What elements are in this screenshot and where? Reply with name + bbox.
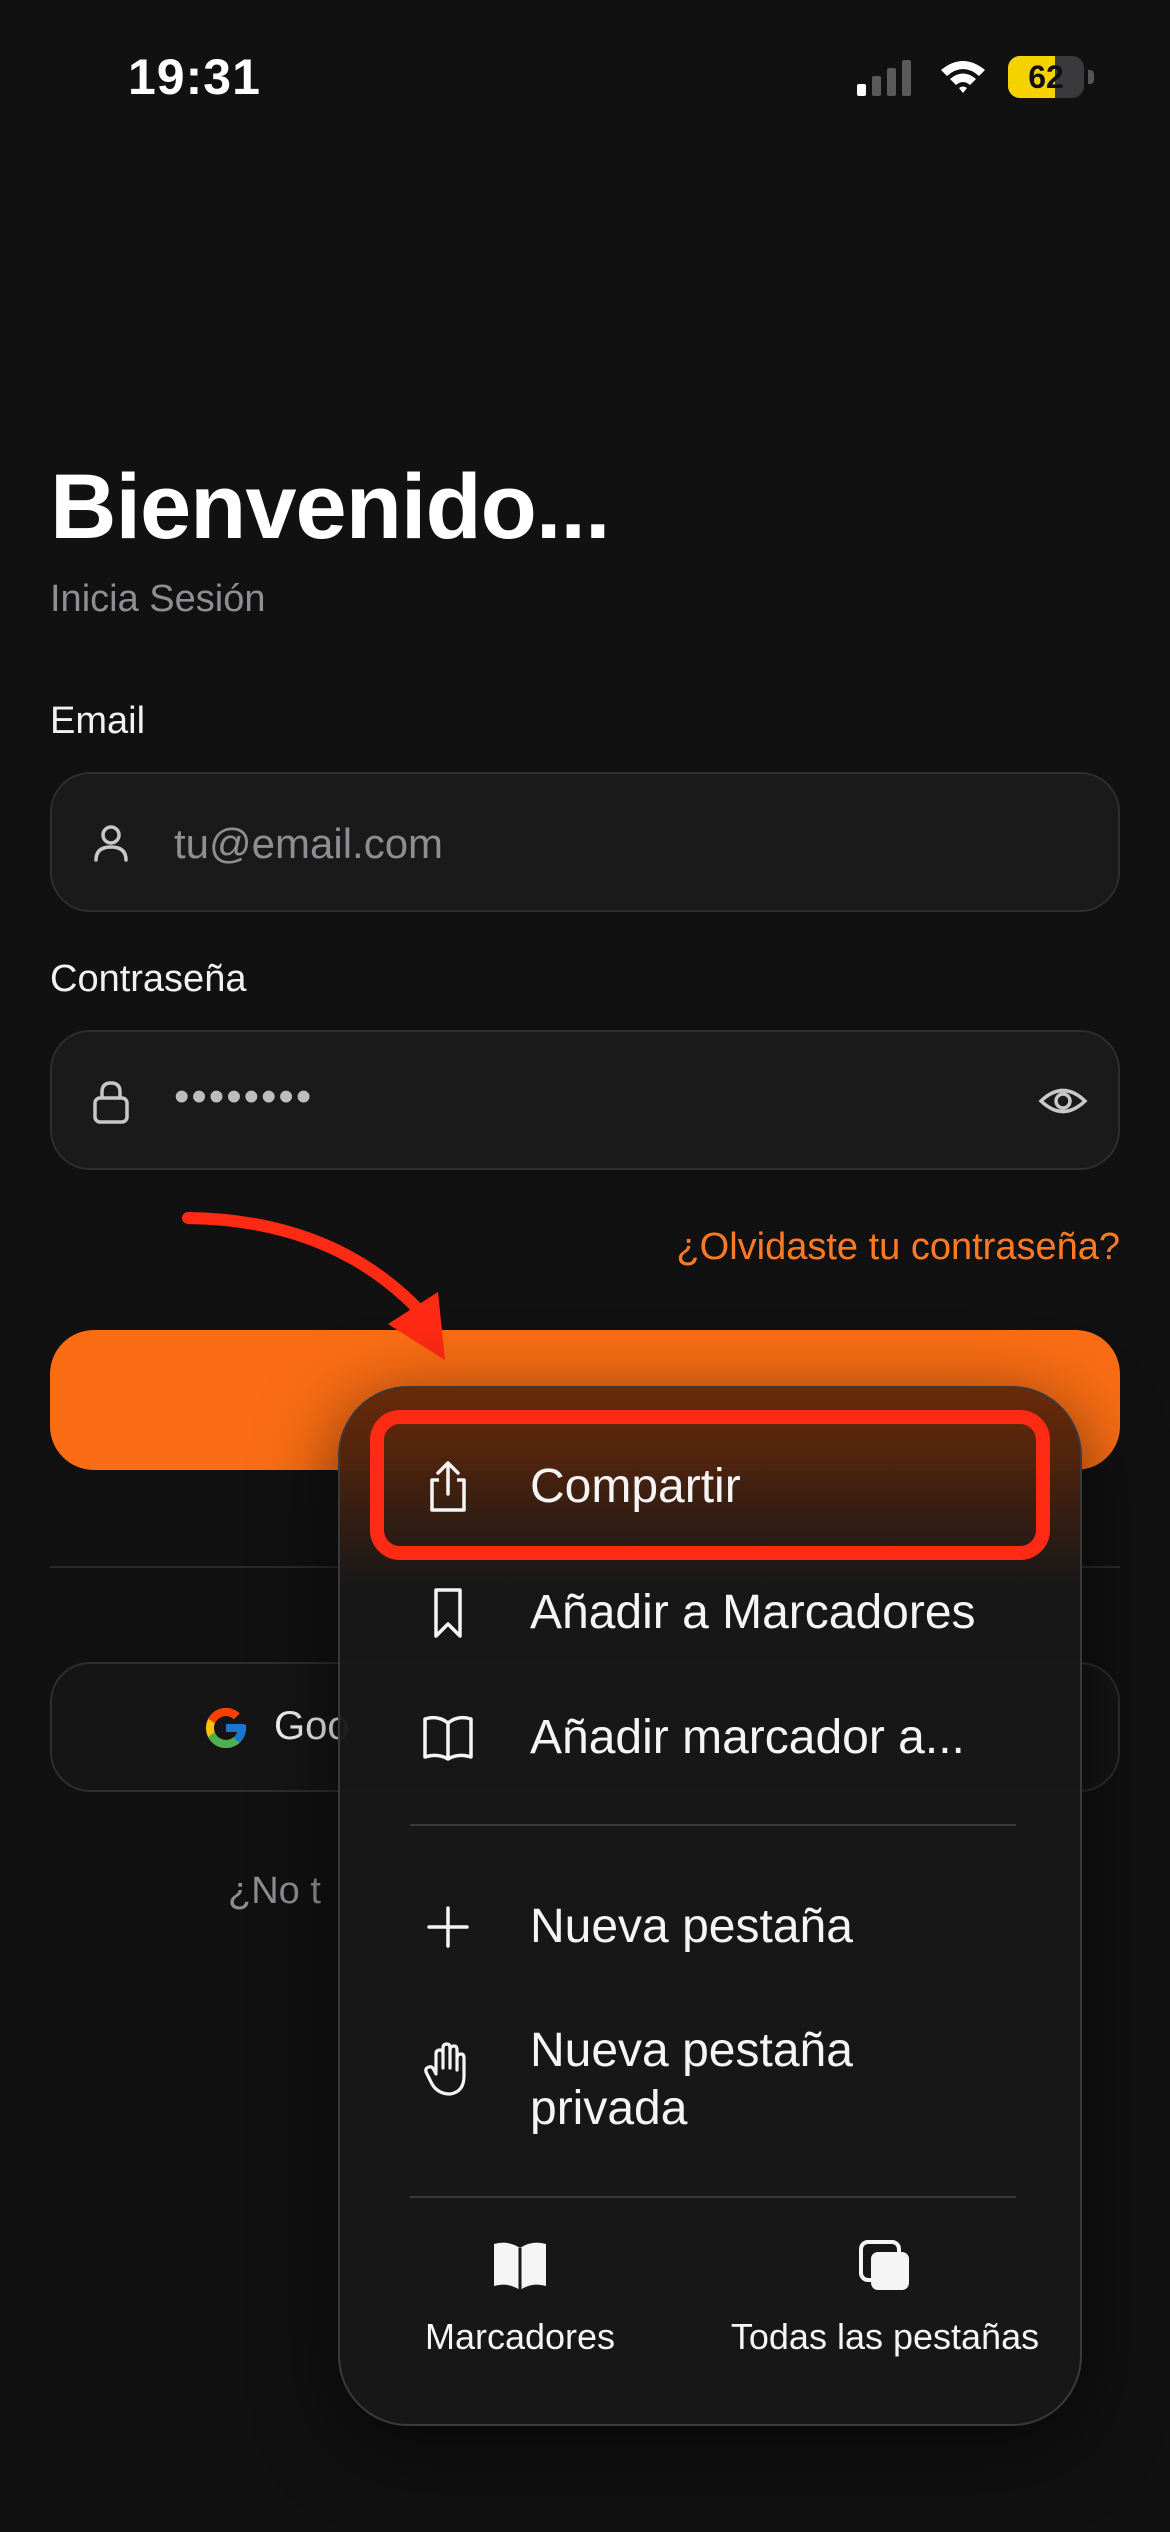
bookmarks-label: Marcadores (424, 2316, 616, 2357)
google-icon (206, 1708, 246, 1748)
tabs-icon (859, 2240, 909, 2290)
menu-item-new-private-tab[interactable]: Nueva pestaña privada (340, 1994, 1080, 2135)
menu-item-label: Añadir marcador a... (530, 1711, 965, 1764)
cellular-signal-icon (857, 60, 911, 96)
menu-item-new-tab[interactable]: Nueva pestaña (340, 1870, 1080, 1980)
context-menu: Compartir Añadir a Marcadores Añadir mar… (338, 1386, 1082, 2426)
highlight-box (370, 1410, 1050, 1560)
menu-item-label: Añadir a Marcadores (530, 1586, 976, 1639)
all-tabs-label: Todas las pestañas (730, 2316, 1040, 2357)
lock-icon (93, 1081, 129, 1124)
page-title: Bienvenido... (50, 456, 611, 558)
menu-item-add-bookmark[interactable]: Añadir a Marcadores (340, 1556, 1080, 1666)
book-open-icon (423, 1715, 473, 1761)
status-time: 19:31 (128, 49, 261, 105)
password-field[interactable]: •••••••• (50, 1030, 1120, 1170)
menu-item-add-bookmark-to[interactable]: Añadir marcador a... (340, 1681, 1080, 1791)
forgot-password-link[interactable]: ¿Olvidaste tu contraseña? (676, 1226, 1120, 1269)
annotation-arrow (182, 1212, 445, 1360)
email-field[interactable]: tu@email.com (50, 772, 1120, 912)
hand-icon (424, 2042, 466, 2096)
menu-separator (410, 2196, 1016, 2198)
password-value: •••••••• (174, 1072, 314, 1121)
bookmark-icon (434, 1588, 462, 1638)
book-icon (494, 2242, 546, 2290)
signup-text: ¿No t (228, 1870, 321, 1912)
menu-item-label: Nueva pestaña (530, 1900, 853, 1953)
password-label: Contraseña (50, 958, 247, 1000)
email-label: Email (50, 700, 146, 742)
status-bar: 19:31 62 (0, 0, 1170, 150)
battery-indicator: 62 (1008, 56, 1094, 98)
show-password-eye-icon[interactable] (1038, 1078, 1088, 1124)
email-placeholder: tu@email.com (174, 820, 444, 867)
page-subtitle: Inicia Sesión (50, 578, 266, 620)
wifi-icon (941, 61, 985, 93)
menu-item-label: Nueva pestaña privada (530, 2024, 853, 2135)
bookmarks-button[interactable]: Marcadores (400, 2238, 640, 2398)
battery-level: 62 (1028, 59, 1064, 95)
menu-separator (410, 1824, 1016, 1826)
all-tabs-button[interactable]: Todas las pestañas (720, 2238, 1050, 2398)
plus-icon (427, 1906, 469, 1948)
user-icon (94, 825, 128, 862)
